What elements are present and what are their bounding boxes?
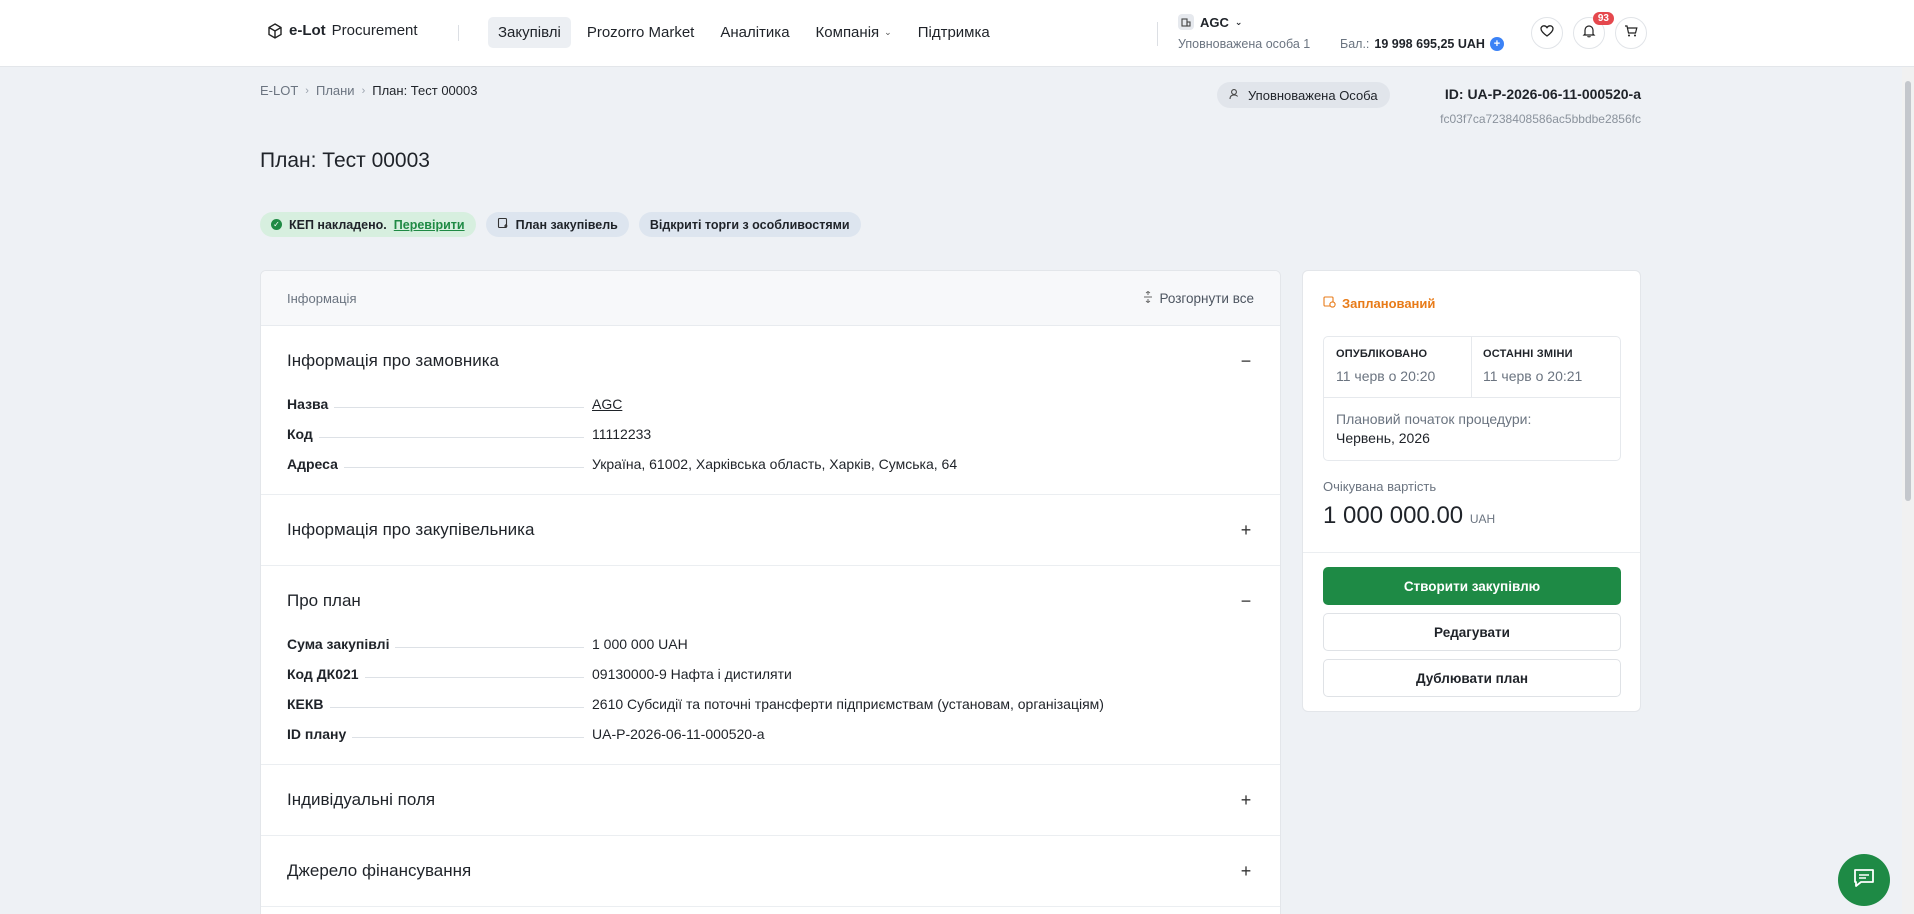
collapse-minus-icon[interactable]: − — [1238, 351, 1254, 372]
section-header[interactable]: Індивідуальні поля + — [287, 765, 1254, 835]
notifications-button[interactable]: 93 — [1573, 12, 1614, 49]
section-custom-fields: Індивідуальні поля + — [261, 765, 1280, 836]
plan-hash: fc03f7ca7238408586ac5bbdbe2856fc — [1440, 112, 1641, 126]
info-card: Інформація Розгорнути все Інформація про… — [260, 270, 1281, 914]
page-title: План: Тест 00003 — [260, 149, 430, 172]
procurement-plan-tag[interactable]: План закупівель — [485, 212, 629, 237]
expected-value: 1 000 000.00 UAH — [1323, 502, 1496, 529]
edit-button[interactable]: Редагувати — [1323, 613, 1621, 651]
breadcrumb-current: План: Тест 00003 — [372, 83, 478, 98]
check-circle-icon: ✓ — [271, 219, 282, 230]
expected-value-label: Очікувана вартість — [1323, 479, 1437, 494]
cart-button[interactable] — [1615, 17, 1647, 49]
customer-name-link[interactable]: AGC — [592, 396, 622, 412]
balance-value: 19 998 695,25 UAH — [1374, 37, 1485, 51]
section-customer-info: Інформація про замовника − Назва AGC Код 1… — [261, 326, 1280, 495]
nav-prozorro-market[interactable]: Prozorro Market — [577, 17, 705, 48]
dates-box: ОПУБЛІКОВАНО 11 черв о 20:20 ОСТАННІ ЗМІ… — [1323, 336, 1621, 461]
org-role: Уповноважена особа 1 — [1178, 37, 1311, 51]
chevron-right-icon: › — [305, 84, 309, 97]
calendar-clock-icon — [1323, 295, 1336, 311]
plan-summary-card: Запланований ОПУБЛІКОВАНО 11 черв о 20:2… — [1302, 270, 1641, 712]
nav-support[interactable]: Підтримка — [908, 17, 1000, 48]
section-about-plan: Про план − Сума закупівлі 1 000 000 UAH К… — [261, 566, 1280, 765]
section-buyer-info: Інформація про закупівельника + — [261, 495, 1280, 566]
section-title: Індивідуальні поля — [287, 790, 436, 809]
org-switcher[interactable]: AGC ⌄ Уповноважена особа 1 — [1178, 14, 1310, 51]
header-separator — [458, 25, 459, 41]
chat-icon — [1852, 867, 1876, 894]
chevron-right-icon: › — [361, 84, 366, 97]
duplicate-plan-button[interactable]: Дублювати план — [1323, 659, 1621, 697]
table-row: Код 11112233 — [287, 426, 652, 442]
section-header[interactable]: Джерело фінансування + — [287, 836, 1254, 906]
app-logo[interactable]: e-Lot Procurement — [267, 22, 418, 39]
section-title: Про план — [287, 591, 361, 610]
breadcrumb-plans[interactable]: Плани — [316, 83, 355, 98]
org-name: AGC — [1200, 14, 1229, 30]
table-row: Назва AGC — [287, 396, 623, 412]
expand-vertical-icon — [1143, 290, 1153, 306]
verify-link[interactable]: Перевірити — [394, 218, 465, 232]
document-icon — [497, 217, 509, 232]
role-pill: Уповноважена Особа — [1217, 82, 1390, 108]
collapse-minus-icon[interactable]: − — [1238, 591, 1254, 612]
chat-button[interactable] — [1838, 854, 1890, 906]
user-icon — [1229, 88, 1241, 103]
info-card-label: Інформація — [287, 290, 357, 306]
cube-logo-icon — [267, 22, 283, 39]
scrollbar-thumb[interactable] — [1905, 81, 1911, 501]
building-icon — [1178, 14, 1194, 30]
breadcrumb-home[interactable]: E-LOT — [260, 83, 298, 98]
status-badge: Запланований — [1323, 295, 1435, 311]
expand-plus-icon[interactable]: + — [1238, 861, 1254, 882]
chevron-down-icon: ⌄ — [1234, 16, 1243, 27]
notifications-count-badge: 93 — [1592, 12, 1614, 25]
header-separator — [1157, 22, 1158, 46]
section-title: Джерело фінансування — [287, 861, 472, 880]
expand-plus-icon[interactable]: + — [1238, 790, 1254, 811]
main-nav: Закупівлі Prozorro Market Аналітика Комп… — [488, 17, 1000, 48]
nav-procurement[interactable]: Закупівлі — [488, 17, 571, 48]
section-header[interactable]: Інформація про закупівельника + — [287, 495, 1254, 565]
logo-bold: e-Lot — [289, 22, 326, 39]
nav-company[interactable]: Компанія ⌄ — [806, 17, 902, 48]
expand-plus-icon[interactable]: + — [1238, 520, 1254, 541]
cart-icon — [1624, 24, 1638, 43]
last-changed-date: ОСТАННІ ЗМІНИ 11 черв о 20:21 — [1483, 348, 1583, 384]
table-row: Сума закупівлі 1 000 000 UAH — [287, 636, 688, 652]
balance: Бал.: 19 998 695,25 UAH + — [1340, 37, 1504, 51]
planned-start: Плановий початок процедури: Червень, 202… — [1336, 411, 1532, 446]
tags-row: ✓ КЕП накладено. Перевірити План закупів… — [260, 212, 861, 237]
nav-analytics[interactable]: Аналітика — [710, 17, 799, 48]
table-row: КЕКВ 2610 Субсидії та поточні трансферти … — [287, 696, 1104, 712]
section-title: Інформація про закупівельника — [287, 520, 535, 539]
logo-text: Procurement — [331, 22, 418, 39]
breadcrumb: E-LOT › Плани › План: Тест 00003 — [260, 83, 477, 98]
expand-all-button[interactable]: Розгорнути все — [1143, 290, 1254, 306]
table-row: Адреса Україна, 61002, Харківська область… — [287, 456, 958, 472]
top-up-plus-icon[interactable]: + — [1489, 37, 1504, 51]
published-date: ОПУБЛІКОВАНО 11 черв о 20:20 — [1336, 348, 1436, 384]
heart-icon — [1540, 24, 1554, 43]
kep-signed-tag: ✓ КЕП накладено. Перевірити — [260, 212, 476, 237]
table-row: ID плану UA-P-2026-06-11-000520-a — [287, 726, 765, 742]
favorites-button[interactable] — [1531, 17, 1563, 49]
bell-icon — [1582, 24, 1596, 43]
chevron-down-icon: ⌄ — [884, 27, 892, 37]
create-procurement-button[interactable]: Створити закупівлю — [1323, 567, 1621, 605]
procedure-type-tag: Відкриті торги з особливостями — [638, 212, 861, 237]
section-title: Інформація про замовника — [287, 351, 500, 370]
plan-id: ID: UA-P-2026-06-11-000520-a — [1444, 86, 1641, 102]
table-row: Код ДК021 09130000-9 Нафта і дистиляти — [287, 666, 792, 682]
page-scrollbar[interactable] — [1902, 67, 1914, 914]
section-funding-source: Джерело фінансування + — [261, 836, 1280, 907]
top-header: e-Lot Procurement Закупівлі Prozorro Mar… — [0, 0, 1914, 67]
info-card-header: Інформація Розгорнути все — [261, 271, 1280, 326]
